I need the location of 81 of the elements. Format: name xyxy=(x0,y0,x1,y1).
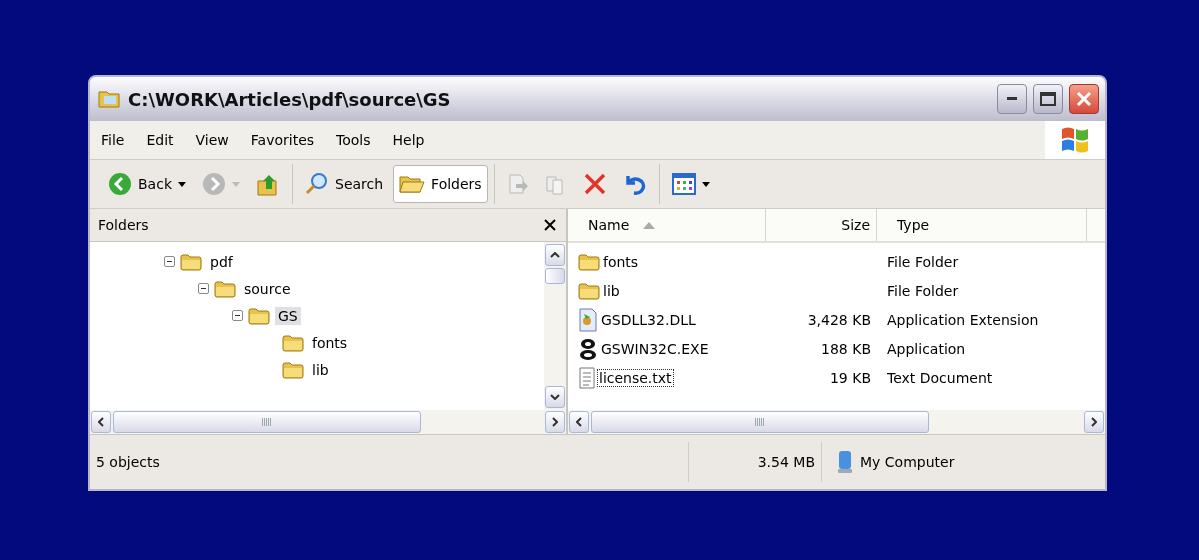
folder-icon xyxy=(282,333,304,352)
scroll-right-button[interactable] xyxy=(1084,411,1104,433)
tree-item[interactable]: fonts xyxy=(309,333,351,352)
close-pane-button[interactable] xyxy=(544,219,556,231)
status-size: 3.54 MB xyxy=(689,442,822,482)
window-title: C:\WORK\Articles\pdf\source\GS xyxy=(128,88,452,110)
delete-icon xyxy=(582,172,607,196)
file-size: 3,428 KB xyxy=(806,311,872,328)
chevron-down-icon xyxy=(550,394,560,400)
folder-icon xyxy=(399,173,426,195)
sort-arrow-icon xyxy=(643,221,656,229)
chevron-right-icon xyxy=(552,417,558,427)
file-type: File Folder xyxy=(886,253,960,270)
column-header[interactable]: Type xyxy=(877,209,1087,241)
horizontal-scrollbar[interactable] xyxy=(568,410,1105,434)
close-button[interactable] xyxy=(1069,84,1099,114)
scroll-up-button[interactable] xyxy=(545,244,565,266)
chevron-right-icon xyxy=(1091,417,1097,427)
computer-icon xyxy=(836,450,854,474)
file-name[interactable]: lib xyxy=(602,282,621,299)
file-type: Application Extension xyxy=(886,311,1040,328)
vertical-scrollbar[interactable] xyxy=(544,242,566,410)
maximize-button[interactable] xyxy=(1033,84,1063,114)
scroll-left-button[interactable] xyxy=(91,411,111,433)
chevron-left-icon xyxy=(576,417,582,427)
file-name[interactable]: GSDLL32.DLL xyxy=(600,311,697,328)
collapse-toggle[interactable] xyxy=(198,283,209,294)
tree-item[interactable]: source xyxy=(241,279,294,298)
tree-item[interactable]: GS xyxy=(275,306,301,325)
menu-item[interactable]: Edit xyxy=(135,132,185,148)
menu-item[interactable]: Favorites xyxy=(239,132,326,148)
collapse-toggle[interactable] xyxy=(232,310,243,321)
text-document-icon xyxy=(578,365,596,390)
folder-icon xyxy=(282,360,304,379)
file-type: File Folder xyxy=(886,282,960,299)
file-name[interactable]: fonts xyxy=(602,253,640,270)
views-icon xyxy=(671,173,696,195)
close-icon xyxy=(1076,91,1092,107)
column-header[interactable]: Name xyxy=(568,209,766,241)
scroll-right-button[interactable] xyxy=(545,411,565,433)
search-icon xyxy=(305,172,329,196)
menu-item[interactable]: Help xyxy=(381,132,436,148)
collapse-toggle[interactable] xyxy=(164,256,175,267)
file-type: Text Document xyxy=(886,369,994,386)
folder-icon xyxy=(578,281,600,300)
chevron-left-icon xyxy=(98,417,104,427)
folders-button[interactable]: Folders xyxy=(393,165,488,203)
close-icon xyxy=(544,219,556,231)
search-button[interactable]: Search xyxy=(299,165,390,203)
minimize-icon xyxy=(1007,97,1017,101)
menu-item[interactable]: Tools xyxy=(325,132,382,148)
scroll-down-button[interactable] xyxy=(545,386,565,408)
scroll-left-button[interactable] xyxy=(569,411,589,433)
tree-item[interactable]: lib xyxy=(309,360,332,379)
move-to-icon xyxy=(506,173,529,195)
gear-page-icon xyxy=(578,307,598,332)
folder-icon xyxy=(214,279,236,298)
file-type: Application xyxy=(886,340,967,357)
tree-item[interactable]: pdf xyxy=(207,252,236,271)
minimize-button[interactable] xyxy=(997,84,1027,114)
column-header[interactable]: Size xyxy=(766,209,877,241)
menu-item[interactable]: File xyxy=(90,132,136,148)
folder-icon xyxy=(180,252,202,271)
menu-item[interactable]: View xyxy=(184,132,240,148)
maximize-icon xyxy=(1040,92,1056,106)
file-name[interactable]: GSWIN32C.EXE xyxy=(600,340,710,357)
file-size: 19 KB xyxy=(828,369,872,386)
status-object-count: 5 objects xyxy=(90,442,689,482)
folder-icon xyxy=(98,89,122,109)
chevron-up-icon xyxy=(550,252,560,258)
back-button[interactable]: Back xyxy=(102,165,192,203)
file-size: 188 KB xyxy=(820,340,872,357)
app-icon xyxy=(578,336,598,361)
file-name[interactable]: license.txt xyxy=(598,369,673,386)
scroll-thumb[interactable] xyxy=(545,268,565,284)
flag-logo-icon xyxy=(1060,126,1090,154)
horizontal-scrollbar[interactable] xyxy=(90,410,566,434)
pane-title: Folders xyxy=(98,217,149,233)
folder-icon xyxy=(578,252,600,271)
folder-icon xyxy=(248,306,270,325)
status-zone: My Computer xyxy=(860,454,955,470)
